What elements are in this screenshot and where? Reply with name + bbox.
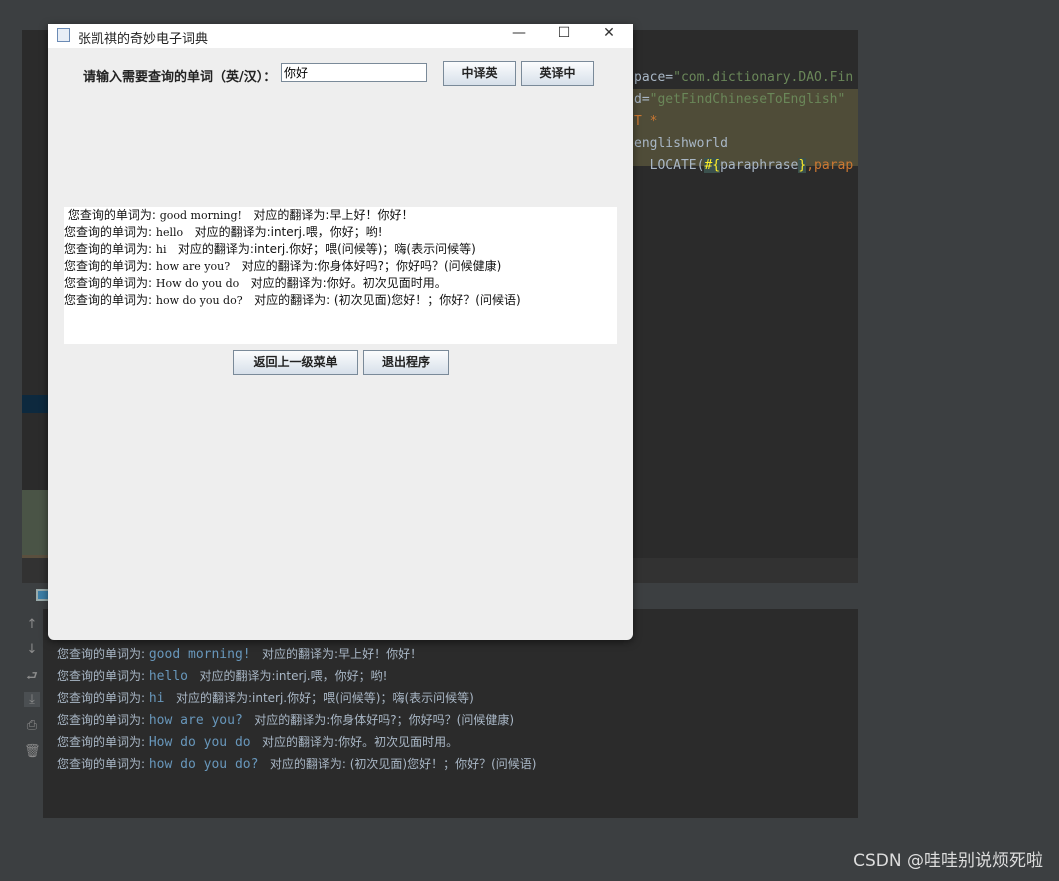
scroll-to-end-icon[interactable]: ⤓ <box>24 692 40 707</box>
soft-wrap-icon[interactable]: ⮐ <box>24 667 40 689</box>
console-line: 您查询的单词为: how are you? 对应的翻译为:你身体好吗?；你好吗？… <box>57 713 515 728</box>
word-input[interactable] <box>281 63 427 82</box>
console-line: 您查询的单词为: How do you do 对应的翻译为:你好。初次见面时用。 <box>57 735 459 750</box>
window-title: 张凯祺的奇妙电子词典 <box>78 32 209 47</box>
result-line: 您查询的单词为: how are you? 对应的翻译为:你身体好吗?；你好吗？… <box>64 259 502 273</box>
console-toolbar <box>22 609 43 818</box>
arrow-up-icon[interactable]: ↑ <box>24 617 40 632</box>
watermark: CSDN @哇哇别说烦死啦 <box>853 851 1043 871</box>
result-line: 您查询的单词为: how do you do? 对应的翻译为: (初次见面)您好… <box>64 293 521 307</box>
print-icon[interactable]: ⎙ <box>24 718 40 733</box>
java-icon <box>57 28 70 42</box>
chinese-to-english-button[interactable]: 中译英 <box>443 61 516 86</box>
exit-program-button[interactable]: 退出程序 <box>363 350 449 375</box>
console-line: 您查询的单词为: hello 对应的翻译为:interj.喂，你好；哟! <box>57 669 388 684</box>
code-line: T * <box>634 114 658 129</box>
code-line: pace="com.dictionary.DAO.Fin <box>634 70 854 85</box>
code-line: LOCATE(#{paraphrase},parap <box>634 158 854 173</box>
english-to-chinese-button[interactable]: 英译中 <box>521 61 594 86</box>
close-button[interactable]: ✕ <box>594 25 624 41</box>
console-line: 您查询的单词为: how do you do? 对应的翻译为: (初次见面)您好… <box>57 757 537 772</box>
input-label: 请输入需要查询的单词（英/汉）： <box>83 70 277 85</box>
result-line: 您查询的单词为: hello 对应的翻译为:interj.喂，你好；哟! <box>64 225 383 239</box>
maximize-button[interactable]: ☐ <box>549 25 579 41</box>
project-tree-selection <box>22 395 48 413</box>
result-line: 您查询的单词为: hi 对应的翻译为:interj.你好；喂(问候等)；嗨(表示… <box>64 242 476 256</box>
arrow-down-icon[interactable]: ↓ <box>24 642 40 657</box>
console-line: 您查询的单词为: hi 对应的翻译为:interj.你好；喂(问候等)；嗨(表示… <box>57 691 474 706</box>
back-to-menu-button[interactable]: 返回上一级菜单 <box>233 350 358 375</box>
dictionary-dialog: 张凯祺的奇妙电子词典 — ☐ ✕ 请输入需要查询的单词（英/汉）： 中译英 英译… <box>48 24 633 640</box>
result-line: 您查询的单词为: good morning! 对应的翻译为:早上好！你好！ <box>64 208 414 222</box>
console-line: 您查询的单词为: good morning! 对应的翻译为:早上好！你好！ <box>57 647 423 662</box>
result-line: 您查询的单词为: How do you do 对应的翻译为:你好。初次见面时用。 <box>64 276 447 290</box>
trash-icon[interactable]: 🗑 <box>24 744 41 759</box>
code-line: englishworld <box>634 136 728 151</box>
title-bar[interactable]: 张凯祺的奇妙电子词典 — ☐ ✕ <box>48 24 633 48</box>
minimize-button[interactable]: — <box>504 25 534 41</box>
project-tree-item <box>22 490 48 555</box>
code-line: d="getFindChineseToEnglish" <box>634 92 846 107</box>
result-text-area[interactable]: 您查询的单词为: good morning! 对应的翻译为:早上好！你好！ 您查… <box>64 207 617 344</box>
